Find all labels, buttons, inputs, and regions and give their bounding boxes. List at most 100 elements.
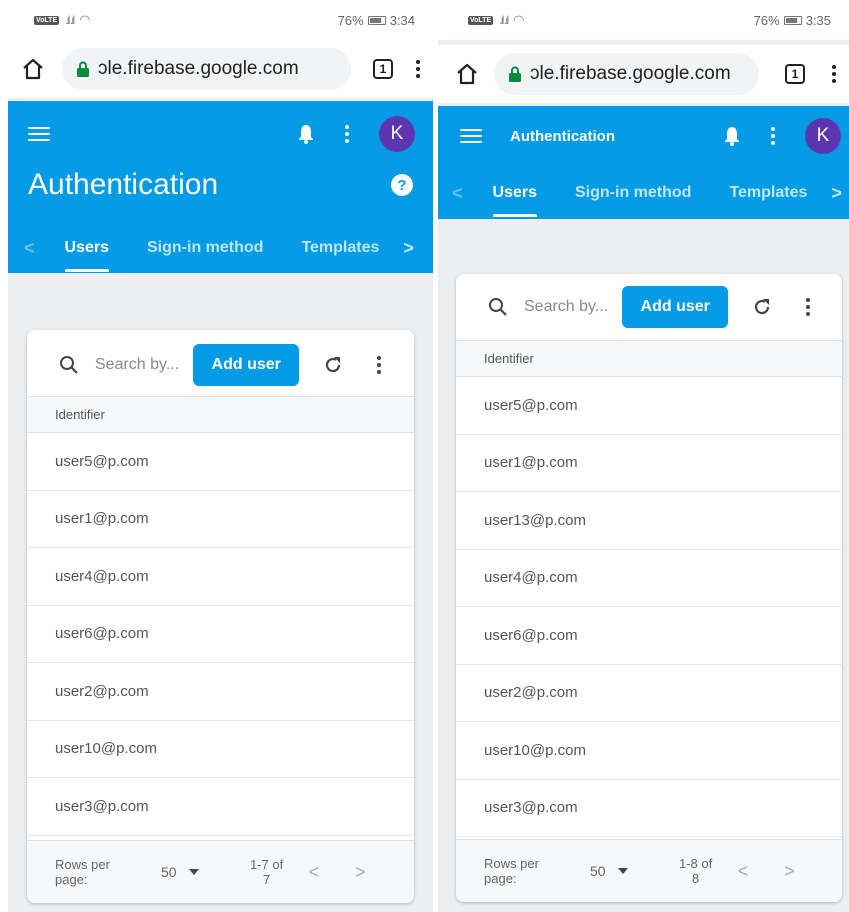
volte-badge: VoLTE (34, 15, 60, 25)
chevron-right-icon[interactable]: > (831, 183, 842, 204)
volte-badge: VoLTE (468, 15, 494, 25)
user-row[interactable]: user6@p.com (456, 607, 842, 665)
column-header-identifier[interactable]: Identifier (27, 396, 414, 433)
user-row[interactable]: user6@p.com (27, 606, 414, 663)
home-icon[interactable] (452, 59, 482, 89)
menu-icon[interactable] (28, 127, 50, 141)
more-options-icon[interactable] (377, 356, 382, 374)
user-row[interactable]: user4@p.com (27, 548, 414, 606)
user-row[interactable]: user4@p.com (456, 550, 842, 607)
tabs-icon[interactable]: 1 (373, 59, 393, 79)
search-input[interactable]: Search by... (524, 298, 608, 316)
browser-toolbar: ɔle.firebase.google.com 1 (8, 40, 433, 98)
clock: 3:35 (805, 12, 831, 28)
next-page-icon[interactable]: > (355, 862, 366, 883)
battery-icon (367, 15, 386, 25)
users-card: Search by... Add user Identifier user5@p… (27, 330, 414, 903)
tab-sign-in-method[interactable]: Sign-in method (147, 239, 263, 257)
wifi-icon: ◠ (513, 12, 525, 27)
more-icon[interactable] (771, 127, 775, 145)
more-options-icon[interactable] (806, 298, 811, 316)
chevron-right-icon[interactable]: > (403, 238, 414, 259)
bell-icon[interactable] (297, 124, 315, 144)
chevron-left-icon[interactable]: < (24, 238, 35, 259)
page-title: Authentication (28, 168, 219, 201)
battery-percent: 76% (337, 12, 364, 28)
refresh-icon[interactable] (752, 297, 772, 317)
prev-page-icon[interactable]: < (738, 861, 749, 882)
url-bar[interactable]: ɔle.firebase.google.com (62, 48, 351, 90)
user-row[interactable]: user2@p.com (27, 663, 414, 721)
user-row[interactable]: user3@p.com (456, 780, 842, 837)
clock: 3:34 (389, 12, 415, 28)
user-list: user5@p.com user1@p.com user4@p.com user6@p… (27, 433, 414, 836)
url-text: ɔle.firebase.google.com (530, 63, 731, 84)
page-range: 1-7 of 7 (249, 857, 284, 887)
card-toolbar: Search by... Add user (27, 332, 414, 398)
card-toolbar: Search by... Add user (456, 274, 842, 340)
add-user-button[interactable]: Add user (622, 286, 729, 328)
battery-icon (783, 15, 802, 25)
signal-icon: .ıl .ıl (65, 13, 75, 27)
next-page-icon[interactable]: > (784, 861, 795, 882)
lock-icon (509, 66, 521, 82)
pagination-footer: Rows per page: 50 1-8 of 8 < > (456, 839, 842, 902)
rows-per-page-value: 50 (590, 863, 606, 879)
user-row[interactable]: user3@p.com (27, 778, 414, 836)
tab-templates[interactable]: Templates (729, 184, 807, 202)
browser-menu-icon[interactable] (415, 60, 421, 78)
avatar[interactable]: K (805, 118, 841, 154)
rows-per-page-label: Rows per page: (55, 857, 110, 887)
page-title: Authentication (510, 127, 615, 145)
avatar[interactable]: K (379, 116, 415, 152)
status-bar: VoLTE .ıl .ıl ◠ 76% 3:34 (8, 0, 433, 40)
tab-users[interactable]: Users (492, 184, 538, 217)
dropdown-icon (617, 868, 628, 874)
search-input[interactable]: Search by... (95, 356, 179, 374)
chevron-left-icon[interactable]: < (452, 183, 463, 204)
dropdown-icon (188, 869, 199, 875)
bell-icon[interactable] (723, 126, 741, 146)
status-bar: VoLTE .ıl .ıl ◠ 76% 3:35 (438, 0, 849, 40)
rows-per-page-select[interactable]: 50 (161, 864, 199, 880)
battery-percent: 76% (753, 12, 780, 28)
menu-icon[interactable] (460, 129, 482, 143)
prev-page-icon[interactable]: < (309, 862, 320, 883)
screenshot-right: VoLTE .ıl .ıl ◠ 76% 3:35 ɔle.firebase.googl… (438, 0, 849, 912)
refresh-icon[interactable] (323, 355, 343, 375)
user-row[interactable]: user5@p.com (27, 433, 414, 491)
more-icon[interactable] (345, 125, 349, 143)
column-header-identifier[interactable]: Identifier (456, 340, 842, 377)
page-range: 1-8 of 8 (678, 856, 713, 886)
tab-users[interactable]: Users (64, 239, 110, 272)
user-row[interactable]: user10@p.com (456, 722, 842, 780)
app-header: Authentication K < Users Sign-in method … (438, 106, 849, 219)
browser-menu-icon[interactable] (831, 65, 837, 83)
add-user-button[interactable]: Add user (193, 344, 300, 386)
help-icon[interactable]: ? (391, 174, 413, 196)
user-row[interactable]: user13@p.com (456, 492, 842, 550)
browser-toolbar: ɔle.firebase.google.com 1 (438, 45, 849, 103)
home-icon[interactable] (18, 54, 48, 84)
rows-per-page-label: Rows per page: (484, 856, 539, 886)
wifi-icon: ◠ (79, 12, 91, 27)
tab-sign-in-method[interactable]: Sign-in method (575, 184, 691, 202)
app-header: K Authentication ? < Users Sign-in metho… (8, 101, 433, 273)
url-text: ɔle.firebase.google.com (98, 58, 299, 79)
lock-icon (77, 61, 89, 77)
user-row[interactable]: user10@p.com (27, 721, 414, 778)
user-row[interactable]: user2@p.com (456, 665, 842, 722)
user-row[interactable]: user1@p.com (456, 435, 842, 492)
screenshot-left: VoLTE .ıl .ıl ◠ 76% 3:34 ɔle.firebase.googl… (8, 0, 433, 912)
user-row[interactable]: user5@p.com (456, 377, 842, 435)
pagination-footer: Rows per page: 50 1-7 of 7 < > (27, 840, 414, 903)
user-list: user5@p.com user1@p.com user13@p.com user4@… (456, 377, 842, 837)
tabs-icon[interactable]: 1 (785, 64, 805, 84)
search-icon[interactable] (488, 297, 508, 317)
users-card: Search by... Add user Identifier user5@p… (456, 274, 842, 902)
url-bar[interactable]: ɔle.firebase.google.com (494, 53, 759, 95)
user-row[interactable]: user1@p.com (27, 491, 414, 548)
search-icon[interactable] (59, 355, 79, 375)
rows-per-page-select[interactable]: 50 (590, 863, 628, 879)
tab-templates[interactable]: Templates (301, 239, 379, 257)
